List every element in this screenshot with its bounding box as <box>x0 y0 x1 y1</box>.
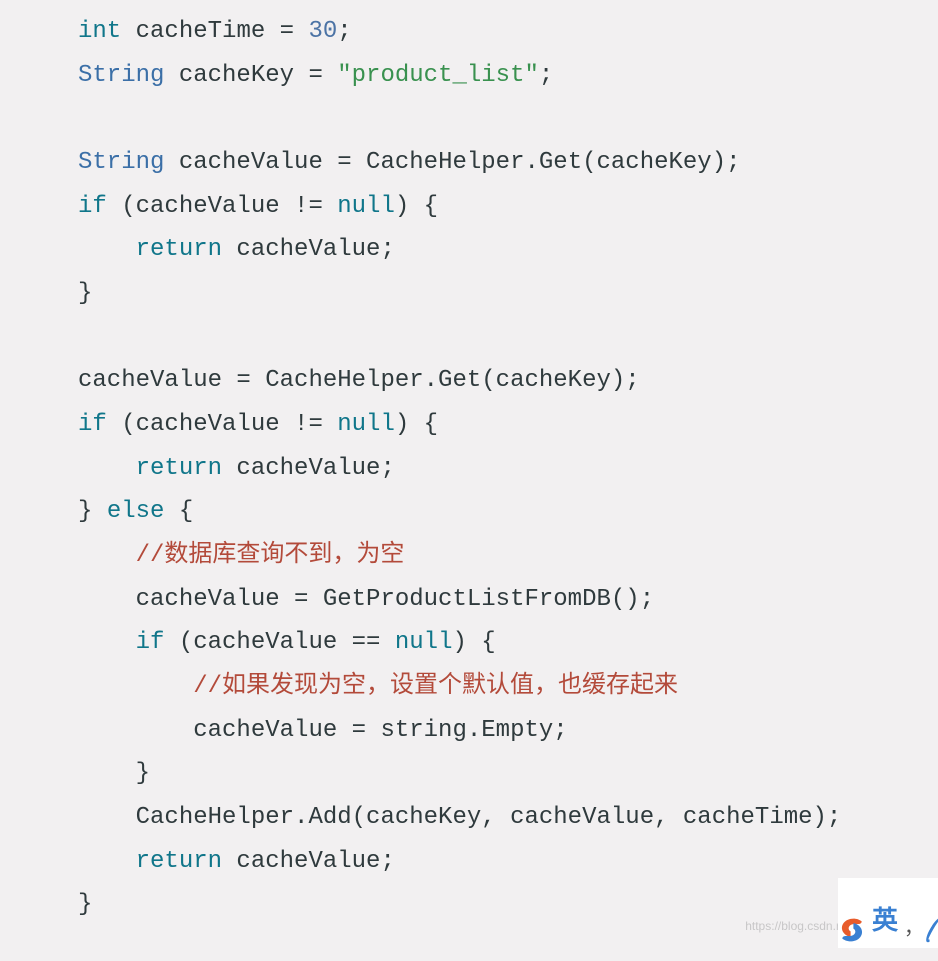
code-token: cacheValue; <box>222 455 395 482</box>
ime-circle-icon <box>924 916 938 944</box>
code-token: null <box>337 193 395 220</box>
code-token: return <box>136 236 222 263</box>
code-token: //数据库查询不到，为空 <box>136 542 405 569</box>
code-token: (cacheValue == <box>164 629 394 656</box>
code-token: if <box>78 411 107 438</box>
code-token: cacheValue = GetProductListFromDB(); <box>78 586 654 613</box>
sogou-icon <box>838 916 866 944</box>
code-token: } <box>78 498 107 525</box>
code-token: return <box>136 455 222 482</box>
code-token <box>78 236 136 263</box>
code-token: cacheKey = <box>164 62 337 89</box>
code-token: null <box>337 411 395 438</box>
ime-punctuation: ， <box>904 912 924 948</box>
code-token: ) { <box>452 629 495 656</box>
code-token: null <box>395 629 453 656</box>
code-token: cacheValue = string.Empty; <box>78 717 568 744</box>
code-token: ) { <box>395 411 438 438</box>
code-token <box>78 542 136 569</box>
code-token <box>78 673 193 700</box>
code-token: String <box>78 149 164 176</box>
code-token: if <box>78 193 107 220</box>
code-token: cacheValue = CacheHelper.Get(cacheKey); <box>78 367 640 394</box>
code-token: //如果发现为空，设置个默认值，也缓存起来 <box>193 673 678 700</box>
code-token: } <box>78 280 92 307</box>
code-token <box>78 848 136 875</box>
code-token: } <box>78 760 150 787</box>
code-token: if <box>136 629 165 656</box>
ime-mode-label: 英 <box>872 897 898 944</box>
code-token: ; <box>337 18 351 45</box>
code-token: String <box>78 62 164 89</box>
code-token: cacheTime = <box>121 18 308 45</box>
code-token: { <box>164 498 193 525</box>
code-token: (cacheValue != <box>107 411 337 438</box>
code-token: cacheValue = CacheHelper.Get(cacheKey); <box>164 149 740 176</box>
code-token: cacheValue; <box>222 236 395 263</box>
ime-bar: 英 ， <box>838 878 938 948</box>
code-token <box>78 629 136 656</box>
code-token: 30 <box>308 18 337 45</box>
code-token: CacheHelper.Add(cacheKey, cacheValue, ca… <box>78 804 841 831</box>
code-token: "product_list" <box>337 62 539 89</box>
code-block: int cacheTime = 30; String cacheKey = "p… <box>0 0 938 927</box>
code-token <box>78 455 136 482</box>
code-token: ) { <box>395 193 438 220</box>
code-token: else <box>107 498 165 525</box>
code-token: return <box>136 848 222 875</box>
code-token: int <box>78 18 121 45</box>
code-token: ; <box>539 62 553 89</box>
code-token: cacheValue; <box>222 848 395 875</box>
code-token: } <box>78 891 92 918</box>
code-token: (cacheValue != <box>107 193 337 220</box>
